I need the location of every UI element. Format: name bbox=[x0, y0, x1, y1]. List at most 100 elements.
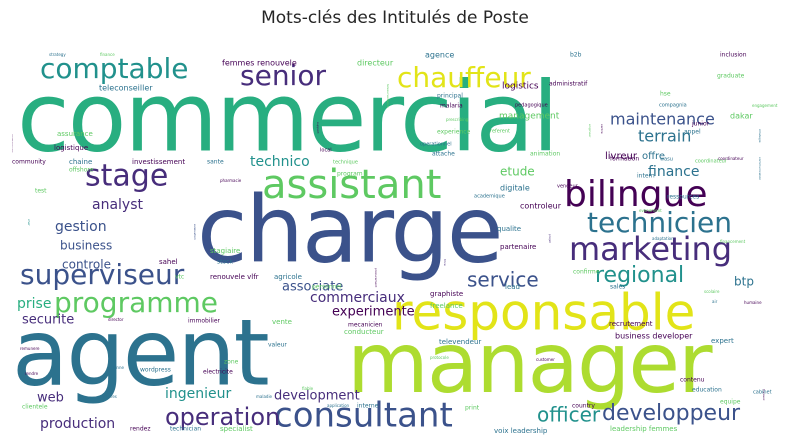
word-projet: projet bbox=[548, 234, 552, 244]
chart-title: Mots-clés des Intitulés de Poste bbox=[261, 8, 529, 28]
word-assurance: assurance bbox=[57, 130, 93, 138]
word-interne: interne bbox=[357, 403, 379, 410]
word-dakar: dakar bbox=[730, 112, 753, 121]
word-appel: appel bbox=[684, 129, 701, 136]
word-malaria: malaria bbox=[440, 103, 463, 110]
word-graduate: graduate bbox=[717, 73, 745, 80]
word-logistics: logistics bbox=[502, 82, 539, 92]
word-referent: referent bbox=[490, 129, 510, 135]
word-teleconseiller: teleconseiller bbox=[99, 84, 153, 93]
word-qualite: qualite bbox=[497, 225, 521, 233]
word-sahel: sahel bbox=[159, 258, 178, 266]
word-education: education bbox=[692, 387, 722, 394]
word-voix-leadership: voix leadership bbox=[494, 427, 548, 435]
word-offshore: offshore bbox=[69, 167, 94, 174]
word-cloud: commercial charge agent manager responsable a… bbox=[12, 44, 782, 442]
word-academique: academique bbox=[474, 194, 505, 200]
word-protocole: protocole bbox=[430, 355, 449, 360]
word-conducteur: conducteur bbox=[344, 328, 384, 336]
word-rendre: rendre bbox=[25, 371, 39, 376]
word-electricite: electricite bbox=[203, 369, 233, 376]
word-attache: attache bbox=[432, 151, 455, 158]
word-fiable: fiable bbox=[302, 386, 314, 391]
word-inclusion: inclusion bbox=[720, 52, 747, 59]
word-financement: financement bbox=[720, 239, 746, 244]
word-vendeur: vendeur bbox=[557, 184, 579, 190]
word-principal: principal bbox=[437, 93, 463, 100]
word-ingenieur: ingenieur bbox=[165, 386, 232, 402]
word-stagiaire: stagiaire bbox=[210, 247, 240, 255]
word-humaine: humaine bbox=[744, 300, 762, 305]
word-development: development bbox=[274, 389, 360, 404]
word-expert: expert bbox=[711, 337, 734, 345]
word-business: business bbox=[60, 239, 112, 253]
word-cloud-svg: commercialchargeagent managerresponsablea… bbox=[12, 51, 778, 436]
word-maladie: maladie bbox=[256, 394, 273, 399]
word-freelance: freelance bbox=[430, 302, 463, 310]
word-pharmacie: pharmacie bbox=[220, 178, 242, 183]
word-agence: agence bbox=[425, 51, 454, 60]
word-sales: sales bbox=[610, 284, 625, 291]
word-procurement: procurement bbox=[374, 268, 378, 288]
word-investissement: investissement bbox=[132, 158, 185, 166]
word-specialist: specialist bbox=[220, 425, 253, 433]
word-customer: customer bbox=[536, 357, 555, 362]
word-experimente: experimente bbox=[332, 305, 415, 320]
word-remunere: remunere bbox=[20, 346, 40, 351]
word-test: test bbox=[35, 188, 47, 195]
word-engagement: engagement bbox=[752, 103, 778, 108]
word-finance: finance bbox=[100, 52, 115, 57]
word-air: air bbox=[712, 299, 718, 304]
word-director: director bbox=[108, 317, 124, 322]
word-animation: animation bbox=[530, 151, 560, 158]
word-leadership-femmes: leadership femmes bbox=[610, 425, 678, 433]
word-gestionnaire: gestionnaire bbox=[12, 134, 14, 153]
word-zone: zone bbox=[224, 359, 239, 366]
word-production: production bbox=[40, 416, 115, 432]
word-partenaire: partenaire bbox=[500, 243, 536, 251]
word-controleur: controleur bbox=[520, 202, 562, 211]
word-coordinateur: coordinateur bbox=[718, 156, 744, 161]
word-print: print bbox=[465, 405, 480, 412]
word-community: community bbox=[12, 159, 46, 166]
word-programme: programme bbox=[54, 286, 218, 319]
word-b2b: b2b bbox=[570, 52, 582, 59]
word-logistique: logistique bbox=[54, 144, 88, 152]
word-contenu: contenu bbox=[680, 377, 705, 384]
word-scolaire: scolaire bbox=[704, 289, 720, 294]
word-country: country bbox=[572, 403, 595, 410]
word-prescribing: prescribing bbox=[446, 117, 469, 122]
word-etude: etude bbox=[500, 165, 535, 179]
word-junior: junior bbox=[691, 121, 710, 128]
word-gestion: gestion bbox=[55, 219, 107, 235]
word-chef: chef bbox=[27, 219, 31, 226]
word-service: service bbox=[467, 268, 539, 292]
word-management: management bbox=[499, 112, 560, 122]
word-chaine: chaine bbox=[69, 158, 92, 166]
word-prise: prise bbox=[17, 296, 51, 312]
word-renouvele-vlfr: renouvele vlfr bbox=[210, 273, 259, 281]
word-evenement: evenement bbox=[639, 208, 662, 213]
word-recrutement: recrutement bbox=[609, 320, 653, 328]
word-ressources: ressources bbox=[667, 194, 699, 201]
word-vtc: vtc bbox=[175, 274, 184, 281]
word-directeur: directeur bbox=[357, 59, 394, 68]
word-personnel: personnel bbox=[312, 284, 342, 291]
word-regional: regional bbox=[595, 263, 684, 288]
word-agricole: agricole bbox=[274, 273, 302, 281]
word-finance: finance bbox=[648, 164, 699, 180]
word-adaptation: adaptation bbox=[652, 236, 674, 241]
word-confirme: confirme bbox=[573, 269, 600, 276]
word-support: support bbox=[316, 122, 320, 134]
word-technico: technico bbox=[250, 154, 310, 170]
word-vente: vente bbox=[272, 318, 292, 326]
word-sante: sante bbox=[207, 159, 224, 166]
word-immobilier: immobilier bbox=[188, 318, 221, 325]
word-trice: trice bbox=[443, 259, 447, 266]
word-program: program bbox=[337, 171, 363, 178]
word-clientele: clientele bbox=[22, 404, 48, 411]
word-formation: formation bbox=[610, 156, 639, 163]
word-wasu: wasu bbox=[660, 157, 673, 163]
word-analyst: analyst bbox=[92, 197, 144, 213]
word-controle: controle bbox=[62, 258, 111, 272]
